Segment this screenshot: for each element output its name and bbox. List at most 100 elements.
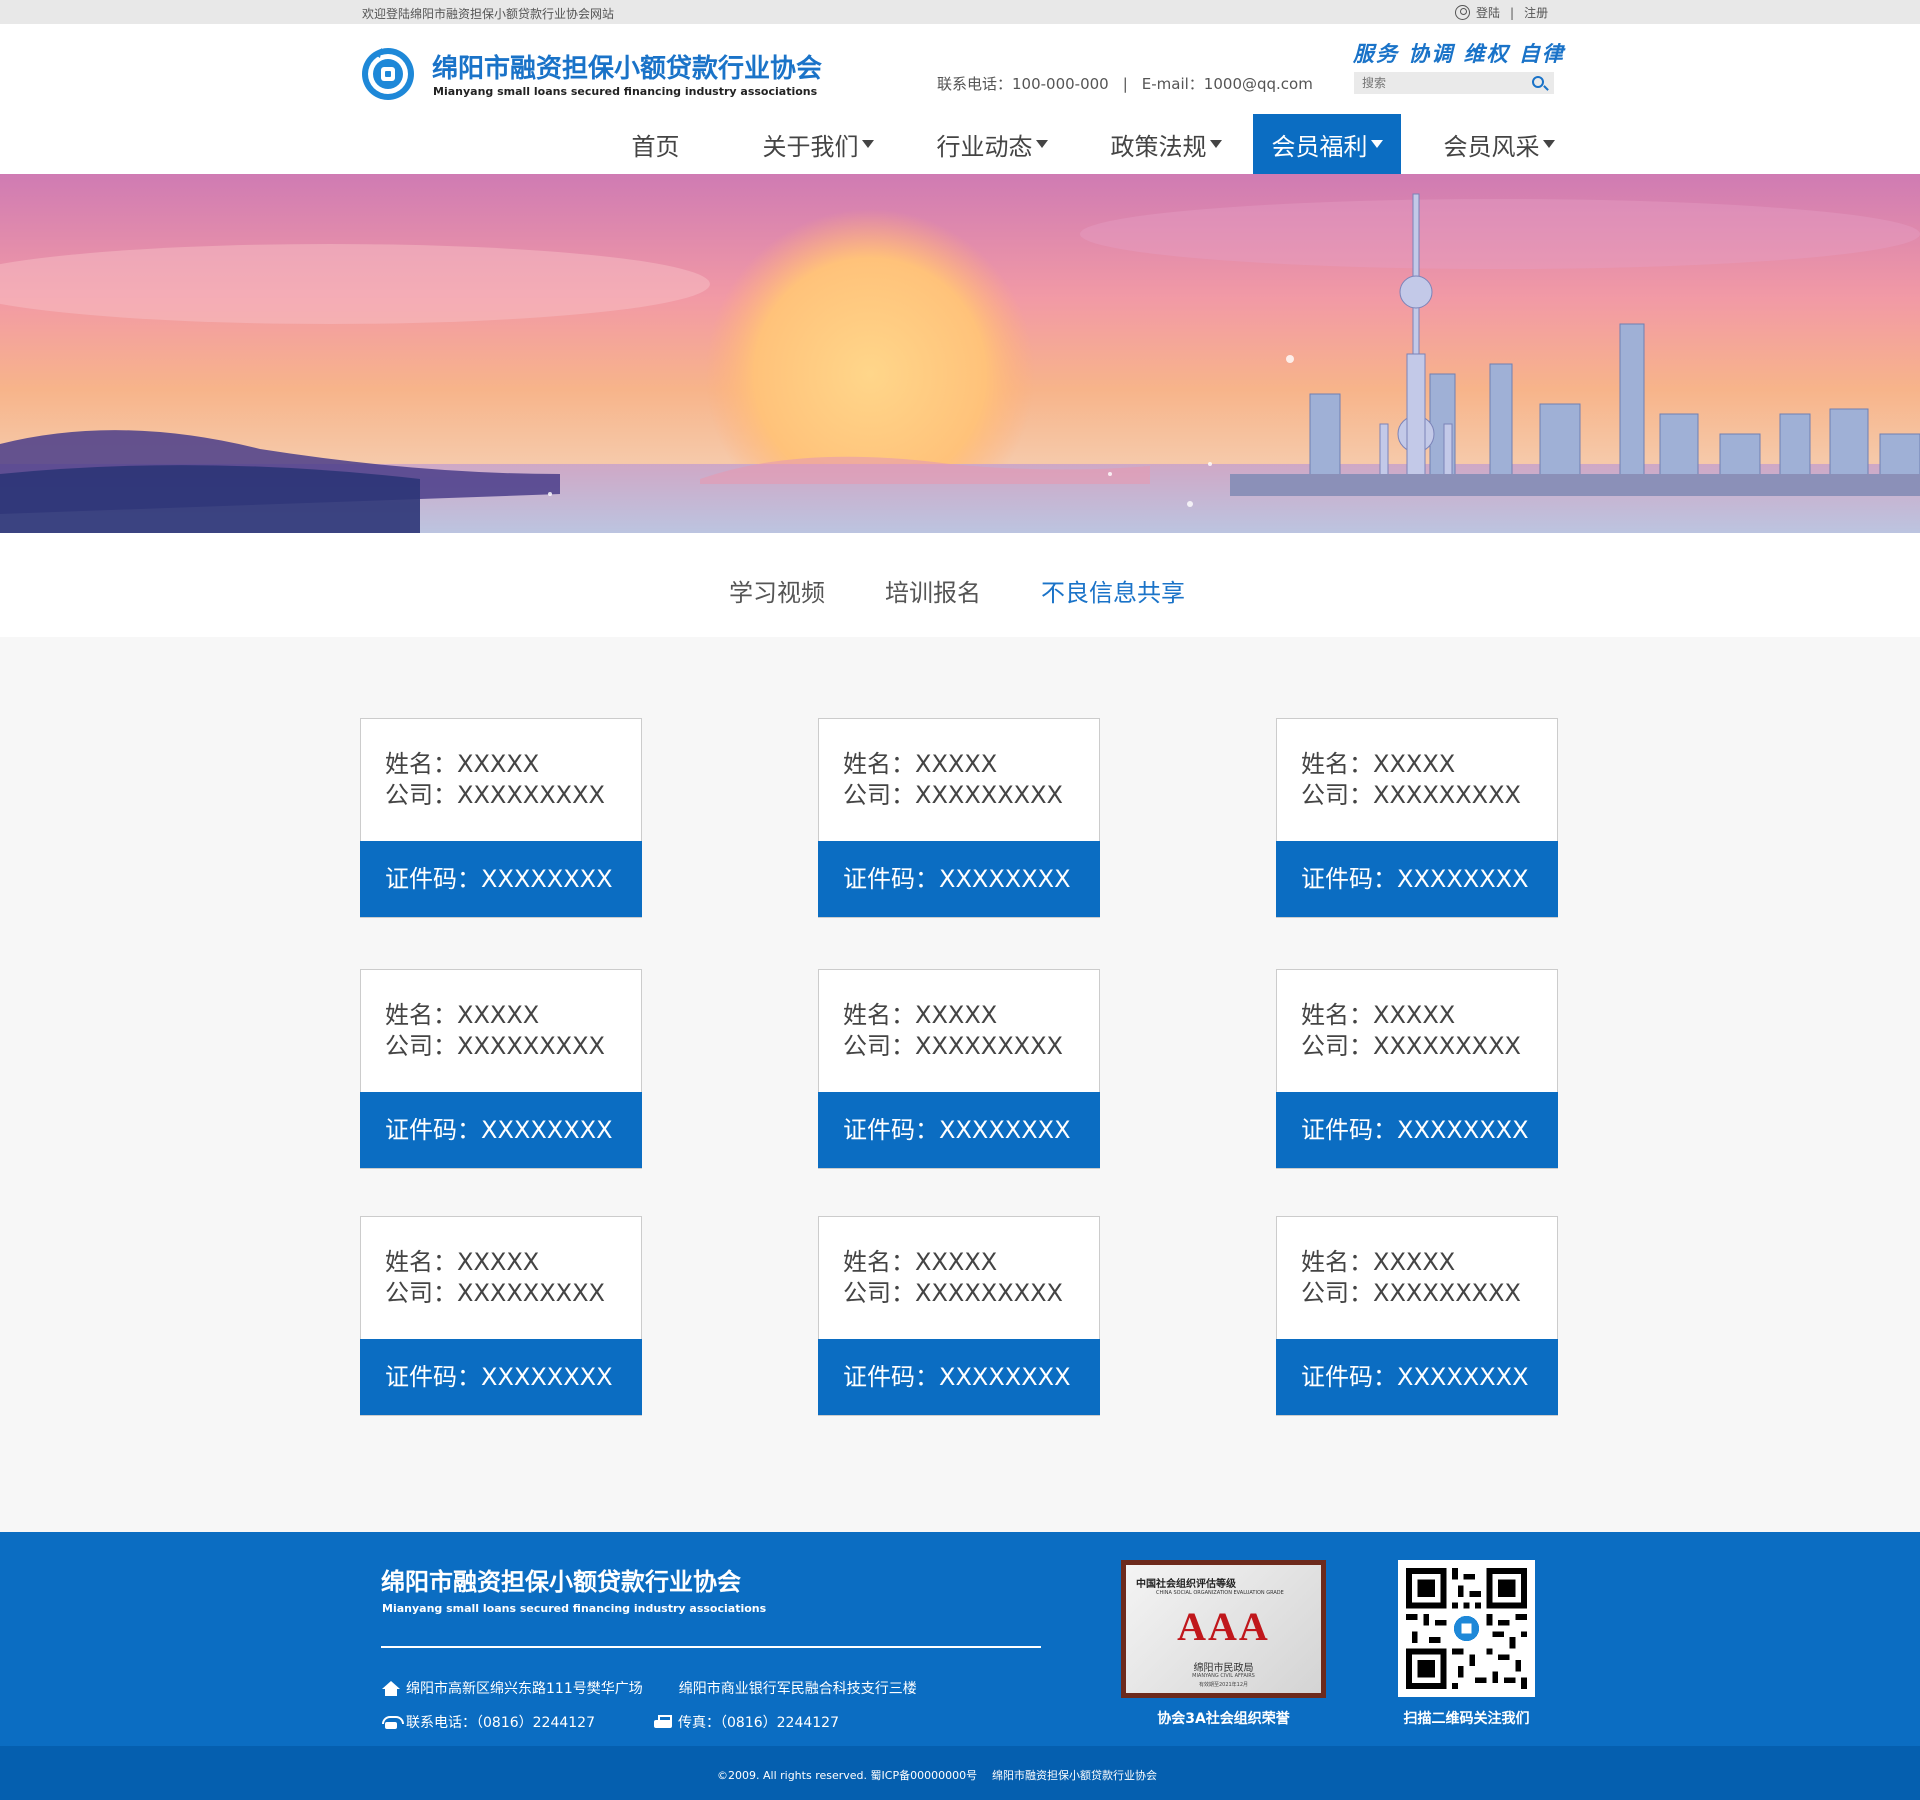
member-card[interactable]: 姓名：XXXXX 公司：XXXXXXXXX 证件码：XXXXXXXX (1276, 718, 1558, 918)
nav-label: 政策法规 (1110, 132, 1207, 161)
card-name: 姓名：XXXXX (385, 750, 540, 778)
qr-caption: 扫描二维码关注我们 (1403, 1711, 1530, 1727)
search-icon[interactable] (1532, 76, 1544, 88)
card-info: 姓名：XXXXX 公司：XXXXXXXXX (385, 1247, 605, 1309)
tab-bad-info-sharing[interactable]: 不良信息共享 (1041, 573, 1185, 608)
card-company: 公司：XXXXXXXXX (843, 781, 1063, 809)
separator: | (1510, 5, 1515, 20)
account-links: 登陆 | 注册 (1455, 4, 1548, 21)
card-cert: 证件码：XXXXXXXX (1276, 1092, 1558, 1168)
card-name: 姓名：XXXXX (1301, 1248, 1456, 1276)
qr-code-icon (1406, 1568, 1527, 1689)
top-bar: 欢迎登陆绵阳市融资担保小额贷款行业协会网站 登陆 | 注册 (0, 0, 1920, 24)
nav-label: 会员福利 (1271, 132, 1368, 161)
card-name: 姓名：XXXXX (1301, 750, 1456, 778)
member-card[interactable]: 姓名：XXXXX 公司：XXXXXXXXX 证件码：XXXXXXXX (818, 1216, 1100, 1416)
logo-icon[interactable] (360, 46, 416, 102)
card-name: 姓名：XXXXX (843, 1248, 998, 1276)
fax-icon (654, 1715, 672, 1729)
card-cert: 证件码：XXXXXXXX (360, 841, 642, 917)
member-card[interactable]: 姓名：XXXXX 公司：XXXXXXXXX 证件码：XXXXXXXX (360, 969, 642, 1169)
tab-training-signup[interactable]: 培训报名 (885, 573, 981, 608)
award-plaque: 中国社会组织评估等级 CHINA SOCIAL ORGANIZATION EVA… (1121, 1560, 1326, 1698)
search-input[interactable] (1354, 72, 1524, 94)
main-nav: 首页 关于我们 行业动态 政策法规 会员福利 会员风采 (580, 114, 1597, 174)
award-issuer-en: MIANYANG CIVIL AFFAIRS (1192, 1673, 1255, 1679)
member-card[interactable]: 姓名：XXXXX 公司：XXXXXXXXX 证件码：XXXXXXXX (360, 718, 642, 918)
qr-code (1398, 1560, 1535, 1697)
login-link[interactable]: 登陆 (1476, 4, 1500, 21)
copyright-org: 绵阳市融资担保小额贷款行业协会 (992, 1769, 1157, 1782)
site-title: 绵阳市融资担保小额贷款行业协会 (432, 54, 823, 84)
nav-label: 首页 (631, 132, 680, 161)
card-name: 姓名：XXXXX (843, 1001, 998, 1029)
card-cert: 证件码：XXXXXXXX (360, 1092, 642, 1168)
nav-home[interactable]: 首页 (580, 114, 731, 174)
slogan: 服务 协调 维权 自律 (1353, 41, 1565, 66)
card-name: 姓名：XXXXX (385, 1248, 540, 1276)
welcome-text: 欢迎登陆绵阳市融资担保小额贷款行业协会网站 (362, 7, 615, 21)
skyline-image (0, 174, 1920, 533)
footer-fax: 传真：（0816）2244127 (678, 1715, 839, 1731)
phone-text: 联系电话：100-000-000 (937, 75, 1109, 93)
member-card[interactable]: 姓名：XXXXX 公司：XXXXXXXXX 证件码：XXXXXXXX (1276, 1216, 1558, 1416)
card-info: 姓名：XXXXX 公司：XXXXXXXXX (385, 749, 605, 811)
award-inner: 中国社会组织评估等级 CHINA SOCIAL ORGANIZATION EVA… (1126, 1565, 1321, 1693)
nav-news[interactable]: 行业动态 (905, 114, 1079, 174)
site-subtitle: Mianyang small loans secured financing i… (433, 85, 818, 98)
card-company: 公司：XXXXXXXXX (843, 1032, 1063, 1060)
card-name: 姓名：XXXXX (1301, 1001, 1456, 1029)
chevron-down-icon (1542, 140, 1555, 148)
chevron-down-icon (1209, 140, 1222, 148)
register-link[interactable]: 注册 (1524, 4, 1548, 21)
member-card[interactable]: 姓名：XXXXX 公司：XXXXXXXXX 证件码：XXXXXXXX (818, 718, 1100, 918)
member-card[interactable]: 姓名：XXXXX 公司：XXXXXXXXX 证件码：XXXXXXXX (1276, 969, 1558, 1169)
address-2: 绵阳市商业银行军民融合科技支行三楼 (678, 1681, 917, 1697)
chevron-down-icon (1035, 140, 1048, 148)
card-company: 公司：XXXXXXXXX (1301, 1279, 1521, 1307)
contact-info: 联系电话：100-000-000 | E-mail：1000@qq.com (937, 73, 1313, 94)
tab-study-videos[interactable]: 学习视频 (729, 573, 825, 608)
user-icon (1455, 5, 1470, 20)
phone-row: 联系电话：（0816）2244127 (382, 1712, 595, 1732)
member-card[interactable]: 姓名：XXXXX 公司：XXXXXXXXX 证件码：XXXXXXXX (360, 1216, 642, 1416)
card-name: 姓名：XXXXX (385, 1001, 540, 1029)
fax-row: 传真：（0816）2244127 (654, 1712, 839, 1732)
nav-policy[interactable]: 政策法规 (1079, 114, 1253, 174)
chevron-down-icon (861, 140, 874, 148)
nav-about[interactable]: 关于我们 (731, 114, 905, 174)
card-company: 公司：XXXXXXXXX (1301, 781, 1521, 809)
footer-title: 绵阳市融资担保小额贷款行业协会 (381, 1568, 741, 1596)
header: 绵阳市融资担保小额贷款行业协会 Mianyang small loans sec… (0, 24, 1920, 174)
nav-label: 关于我们 (762, 132, 859, 161)
nav-member-showcase[interactable]: 会员风采 (1401, 114, 1597, 174)
hero-banner (0, 174, 1920, 533)
card-company: 公司：XXXXXXXXX (385, 1279, 605, 1307)
card-info: 姓名：XXXXX 公司：XXXXXXXXX (1301, 1000, 1521, 1062)
award-caption: 协会3A社会组织荣誉 (1157, 1711, 1290, 1727)
footer-subtitle: Mianyang small loans secured financing i… (382, 1602, 767, 1615)
member-card[interactable]: 姓名：XXXXX 公司：XXXXXXXXX 证件码：XXXXXXXX (818, 969, 1100, 1169)
card-company: 公司：XXXXXXXXX (385, 781, 605, 809)
sub-tabs: 学习视频 培训报名 不良信息共享 (0, 533, 1920, 637)
address-1: 绵阳市高新区绵兴东路111号樊华广场 (406, 1681, 643, 1697)
email-text: E-mail：1000@qq.com (1141, 75, 1313, 93)
copyright-bar: ©2009. All rights reserved. 蜀ICP备0000000… (0, 1746, 1920, 1800)
card-cert: 证件码：XXXXXXXX (1276, 841, 1558, 917)
card-cert: 证件码：XXXXXXXX (818, 1339, 1100, 1415)
card-cert: 证件码：XXXXXXXX (818, 1092, 1100, 1168)
separator: | (1122, 75, 1128, 93)
award-issuer: 绵阳市民政局 (1193, 1663, 1254, 1674)
footer-phone: 联系电话：（0816）2244127 (406, 1715, 595, 1731)
card-info: 姓名：XXXXX 公司：XXXXXXXXX (843, 749, 1063, 811)
award-date: 有效期至2021年12月 (1198, 1682, 1249, 1688)
card-cert: 证件码：XXXXXXXX (1276, 1339, 1558, 1415)
award-org: 中国社会组织评估等级 (1136, 1579, 1236, 1590)
card-company: 公司：XXXXXXXXX (385, 1032, 605, 1060)
nav-member-benefits[interactable]: 会员福利 (1253, 114, 1401, 174)
home-icon (382, 1680, 400, 1696)
card-info: 姓名：XXXXX 公司：XXXXXXXXX (1301, 1247, 1521, 1309)
card-company: 公司：XXXXXXXXX (843, 1279, 1063, 1307)
footer: 绵阳市融资担保小额贷款行业协会 Mianyang small loans sec… (0, 1532, 1920, 1746)
search-box (1354, 72, 1554, 94)
